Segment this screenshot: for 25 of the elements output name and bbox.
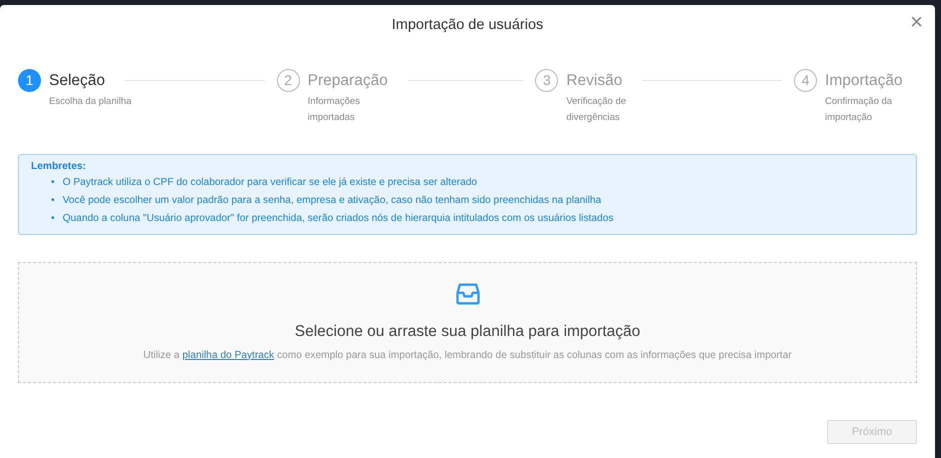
step-number: 3: [535, 69, 558, 92]
close-button[interactable]: ×: [908, 11, 925, 33]
step-subtitle: Informações importadas: [308, 95, 361, 126]
reminder-text: Quando a coluna "Usuário aprovador" for preenchida, serão criados nós de hierarquia intitulados com os usuários listados: [62, 212, 614, 226]
bullet: •: [51, 176, 55, 190]
step-number: 2: [276, 69, 300, 92]
file-dropzone[interactable]: Selecione ou arraste sua planilha para importação Utilize a planilha do Paytrack como exemplo para sua importação, lembrando de substituir as colunas com as informações que precisa importar: [18, 262, 917, 384]
step-title: Seleção: [49, 71, 106, 91]
step-number: 1: [18, 69, 41, 92]
bullet: •: [51, 212, 55, 226]
step-number: 4: [794, 69, 818, 92]
step-subtitle: Escolha da planilha: [49, 95, 132, 110]
template-link[interactable]: planilha do Paytrack: [182, 350, 274, 360]
step-title: Revisão: [566, 71, 622, 91]
step-title: Importação: [825, 71, 903, 91]
step-title: Preparação: [308, 71, 388, 91]
step-subtitle: Confirmação da importação: [825, 95, 894, 126]
bullet: •: [51, 194, 55, 208]
modal-title: Importação de usuários: [392, 16, 544, 36]
alert-title: Lembretes:: [31, 160, 87, 174]
reminder-text: Você pode escolher um valor padrão para a senha, empresa e ativação, caso não tenham sido preenchidas na planilha: [62, 194, 602, 208]
reminder-text: O Paytrack utiliza o CPF do colaborador para verificar se ele já existe e precisa ser alterado: [62, 176, 478, 190]
dropzone-heading: Selecione ou arraste sua planilha para importação: [294, 322, 640, 342]
dropzone-hint: Utilize a planilha do Paytrack como exemplo para sua importação, lembrando de substituir as colunas com as informações que precisa importar: [143, 348, 792, 362]
step-subtitle: Verificação de divergências: [566, 95, 628, 126]
